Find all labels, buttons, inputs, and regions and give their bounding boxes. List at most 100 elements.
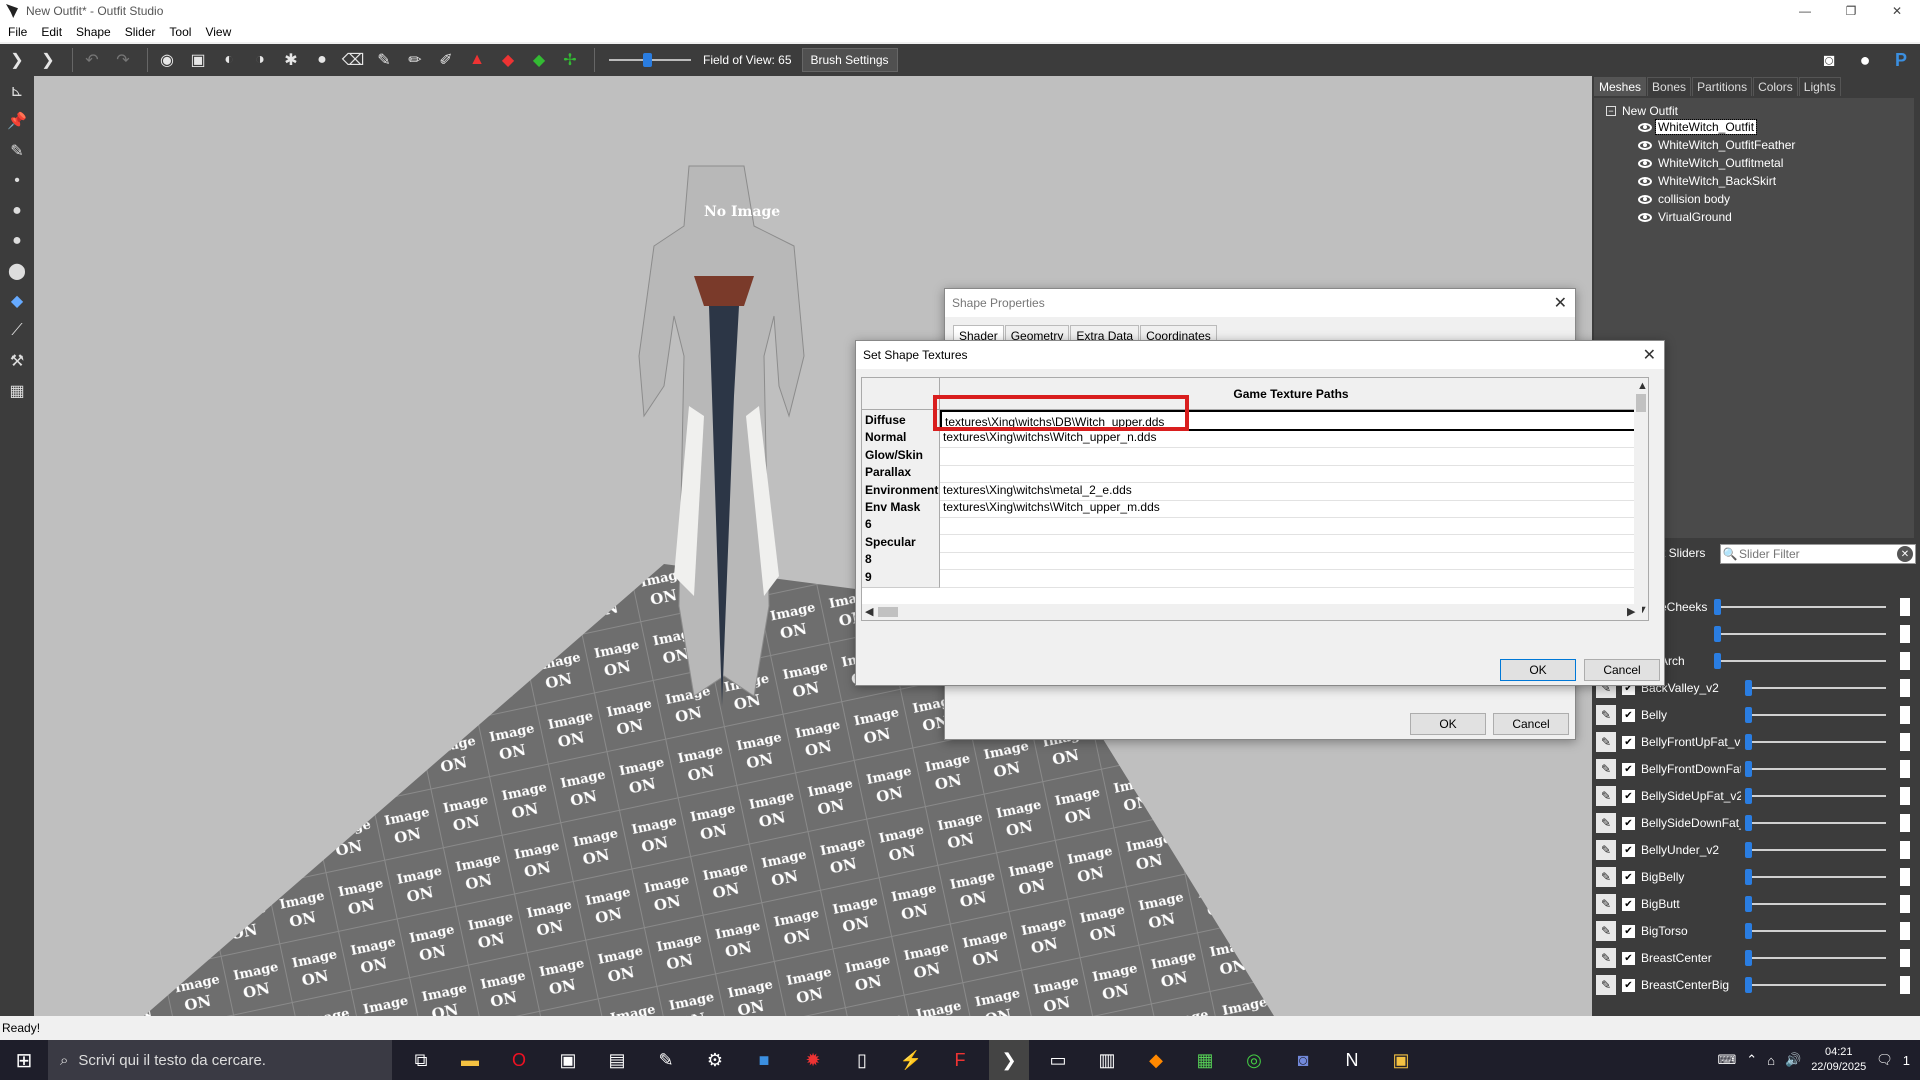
slider-thumb[interactable] (1714, 626, 1721, 642)
tree-root[interactable]: − New Outfit (1606, 104, 1678, 118)
slider-filter-field[interactable]: 🔍 ✕ (1720, 544, 1916, 564)
mesh-item[interactable]: WhiteWitch_Outfit (1638, 119, 1758, 135)
slider-thumb[interactable] (1745, 788, 1752, 804)
slider-track[interactable] (1745, 707, 1886, 723)
slider-thumb[interactable] (1745, 950, 1752, 966)
slider-checkbox[interactable]: ✔ (1622, 951, 1635, 965)
deflate-brush-icon[interactable]: ◐ (216, 47, 242, 73)
slider-track[interactable] (1745, 950, 1886, 966)
slider-track[interactable] (1745, 977, 1886, 993)
scroll-right-icon[interactable]: ▶ (1627, 605, 1635, 618)
scroll-thumb[interactable] (1636, 394, 1646, 412)
speaker-icon[interactable]: 🔊 (1785, 1052, 1801, 1068)
slider-thumb[interactable] (1745, 680, 1752, 696)
bone-icon[interactable]: ⟋ (0, 316, 34, 346)
slider-track[interactable] (1745, 869, 1886, 885)
edit-slider-icon[interactable]: ✎ (1596, 867, 1616, 887)
notifications-icon[interactable]: 🗨 (1876, 1052, 1893, 1068)
close-icon[interactable]: ✕ (1554, 293, 1567, 313)
slider-checkbox[interactable]: ✔ (1622, 978, 1635, 992)
visibility-eye-icon[interactable] (1638, 140, 1652, 150)
app-icon[interactable]: ■ (744, 1040, 784, 1080)
tab-colors[interactable]: Colors (1753, 77, 1798, 96)
edit-slider-icon[interactable]: ✎ (1596, 786, 1616, 806)
menu-view[interactable]: View (205, 25, 231, 39)
undo-icon[interactable]: ↶ (79, 47, 105, 73)
menu-shape[interactable]: Shape (76, 25, 111, 39)
clock[interactable]: 04:21 22/09/2025 (1811, 1045, 1866, 1075)
mesh-item[interactable]: WhiteWitch_BackSkirt (1638, 173, 1778, 189)
ok-button[interactable]: OK (1500, 659, 1576, 681)
collapse-vertex-icon[interactable]: ▲ (464, 47, 490, 73)
edit-slider-icon[interactable]: ✎ (1596, 813, 1616, 833)
app-icon[interactable]: ▥ (1087, 1040, 1127, 1080)
slider-filter-input[interactable] (1739, 547, 1897, 561)
alpha-brush-icon[interactable]: ✐ (433, 47, 459, 73)
slider-thumb[interactable] (1745, 842, 1752, 858)
slider-checkbox[interactable]: ✔ (1622, 789, 1635, 803)
select-mode-icon[interactable]: ❯ (4, 47, 30, 73)
slider-checkbox[interactable]: ✔ (1622, 897, 1635, 911)
cube-icon[interactable]: ◆ (0, 286, 34, 316)
field-of-view-slider[interactable] (609, 47, 691, 73)
github-icon[interactable]: ● (1852, 47, 1878, 73)
slider-value-field[interactable] (1900, 976, 1910, 994)
slider-thumb[interactable] (1714, 653, 1721, 669)
slider-thumb[interactable] (1745, 923, 1752, 939)
slider-value-field[interactable] (1900, 679, 1910, 697)
weight-brush-icon[interactable]: ✎ (371, 47, 397, 73)
color-brush-icon[interactable]: ✏ (402, 47, 428, 73)
move-brush-icon[interactable]: ◑ (247, 47, 273, 73)
notepad-icon[interactable]: ▯ (842, 1040, 882, 1080)
paypal-icon[interactable]: P (1888, 47, 1914, 73)
brush-size-small-icon[interactable]: • (0, 166, 34, 196)
app-icon[interactable]: ▦ (1185, 1040, 1225, 1080)
edit-slider-icon[interactable]: ✎ (1596, 732, 1616, 752)
slider-track[interactable] (1714, 626, 1886, 642)
pencil-icon[interactable]: ✎ (0, 136, 34, 166)
slider-thumb[interactable] (1745, 761, 1752, 777)
minimize-button[interactable]: — (1782, 0, 1828, 22)
collapse-icon[interactable]: − (1606, 106, 1616, 116)
move-vertex-icon[interactable]: ✢ (557, 47, 583, 73)
app-icon[interactable]: ▣ (548, 1040, 588, 1080)
texture-path-cell[interactable] (940, 567, 1642, 588)
app-icon[interactable]: ▤ (597, 1040, 637, 1080)
scroll-left-icon[interactable]: ◀ (865, 605, 873, 618)
flip-edge-icon[interactable]: ◆ (495, 47, 521, 73)
slider-thumb[interactable] (1745, 707, 1752, 723)
visibility-eye-icon[interactable] (1638, 176, 1652, 186)
undiff-brush-icon[interactable]: ● (309, 47, 335, 73)
slider-value-field[interactable] (1900, 895, 1910, 913)
slider-value-field[interactable] (1900, 625, 1910, 643)
visibility-eye-icon[interactable] (1638, 158, 1652, 168)
brush-size-xlarge-icon[interactable]: ⬤ (0, 256, 34, 286)
split-edge-icon[interactable]: ◆ (526, 47, 552, 73)
smooth-brush-icon[interactable]: ✱ (278, 47, 304, 73)
slider-track[interactable] (1745, 761, 1886, 777)
menu-edit[interactable]: Edit (41, 25, 62, 39)
grid-icon[interactable]: ▦ (0, 376, 34, 406)
slider-track[interactable] (1745, 896, 1886, 912)
slider-track[interactable] (1745, 842, 1886, 858)
close-button[interactable]: ✕ (1874, 0, 1920, 22)
slider-checkbox[interactable]: ✔ (1622, 762, 1635, 776)
visibility-eye-icon[interactable] (1638, 212, 1652, 222)
outfit-studio-taskbar-icon[interactable]: ❯ (989, 1040, 1029, 1080)
menu-slider[interactable]: Slider (125, 25, 156, 39)
scroll-thumb[interactable] (878, 607, 898, 617)
slider-track[interactable] (1745, 788, 1886, 804)
pin-icon[interactable]: 📌 (0, 106, 34, 136)
slider-track[interactable] (1745, 680, 1886, 696)
app-icon[interactable]: N (1332, 1040, 1372, 1080)
mesh-item[interactable]: WhiteWitch_Outfitmetal (1638, 155, 1785, 171)
edit-slider-icon[interactable]: ✎ (1596, 921, 1616, 941)
edit-slider-icon[interactable]: ✎ (1596, 840, 1616, 860)
mesh-item[interactable]: VirtualGround (1638, 209, 1734, 225)
visibility-eye-icon[interactable] (1638, 194, 1652, 204)
slider-value-field[interactable] (1900, 706, 1910, 724)
slider-value-field[interactable] (1900, 787, 1910, 805)
horizontal-scrollbar[interactable]: ◀ ▶ (862, 604, 1642, 620)
windows-start-icon[interactable]: ⊞ (0, 1040, 48, 1080)
app-icon[interactable]: F (940, 1040, 980, 1080)
